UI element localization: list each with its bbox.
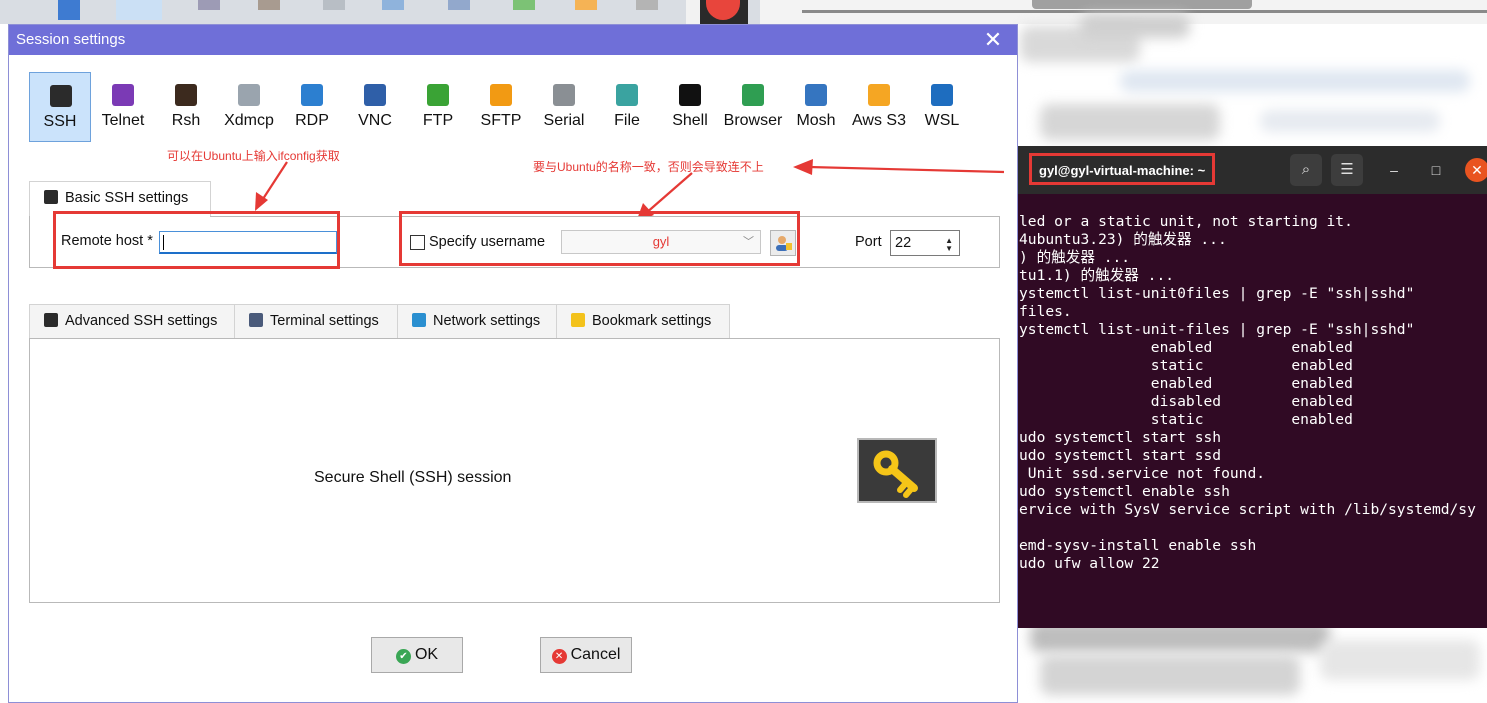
tab-advanced-ssh-settings[interactable]: Advanced SSH settings [29, 304, 235, 338]
blurred-content [1040, 104, 1220, 140]
tab-label: Terminal settings [270, 313, 379, 329]
toolbar-icon [382, 0, 404, 10]
terminal-line: static enabled [1019, 357, 1353, 374]
terminal-icon [249, 313, 263, 327]
terminal-line: enabled enabled [1019, 339, 1353, 356]
terminal-line: files. [1019, 303, 1072, 320]
terminal-line: emd-sysv-install enable ssh [1019, 537, 1257, 554]
toolbar-icon [448, 0, 470, 10]
minimize-icon[interactable]: – [1382, 158, 1406, 182]
terminal-line: udo systemctl start ssd [1019, 447, 1222, 464]
toolbar-icon [513, 0, 535, 10]
screen: gyl@gyl-virtual-machine: ~ ⌕ ☰ – □ ✕ led… [0, 0, 1487, 703]
tab-terminal-settings[interactable]: Terminal settings [234, 304, 398, 338]
terminal-header: gyl@gyl-virtual-machine: ~ ⌕ ☰ – □ ✕ [1017, 146, 1487, 194]
network-icon [412, 313, 426, 327]
terminal-line: ystemctl list-unit0files | grep -E "ssh|… [1019, 285, 1415, 302]
stepper-down-icon[interactable]: ▼ [945, 245, 953, 253]
toolbar-icon [636, 0, 658, 10]
toolbar-icon [116, 0, 162, 20]
terminal-output[interactable]: led or a static unit, not starting it. 4u… [1019, 213, 1487, 623]
session-description-panel [29, 338, 1000, 603]
session-description: Secure Shell (SSH) session [314, 469, 512, 486]
terminal-line: udo ufw allow 22 [1019, 555, 1160, 572]
tab-label: Network settings [433, 313, 541, 329]
port-value: 22 [895, 235, 912, 251]
terminal-line: ) 的触发器 ... [1019, 249, 1131, 266]
close-icon[interactable]: ✕ [1465, 158, 1487, 182]
terminal-line: ystemctl list-unit-files | grep -E "ssh|… [1019, 321, 1415, 338]
toolbar-icon [198, 0, 220, 10]
terminal-line: tu1.1) 的触发器 ... [1019, 267, 1175, 284]
tab-bookmark-settings[interactable]: Bookmark settings [556, 304, 730, 338]
highlight-username [399, 211, 800, 266]
ssh-key-image [857, 438, 937, 503]
cancel-button[interactable]: ✕ Cancel [540, 637, 632, 673]
ok-button[interactable]: ✔ OK [371, 637, 463, 673]
blurred-content [1260, 110, 1440, 132]
terminal-line: led or a static unit, not starting it. [1019, 213, 1353, 230]
blurred-content [1040, 655, 1300, 695]
terminal-line: udo systemctl enable ssh [1019, 483, 1230, 500]
annotation-arrows [255, 159, 1005, 222]
ssh-key-icon [44, 313, 58, 327]
tab-label: Advanced SSH settings [65, 313, 218, 329]
terminal-line: disabled enabled [1019, 393, 1353, 410]
session-settings-dialog: Session settings ✕ SSH Telnet Rsh Xdmcp RDP V… [8, 24, 1018, 703]
blurred-content [1080, 14, 1190, 38]
blurred-content [1320, 640, 1480, 680]
highlight-remote-host [53, 211, 340, 269]
terminal-line: static enabled [1019, 411, 1353, 428]
toolbar-icon [575, 0, 597, 10]
star-icon [571, 313, 585, 327]
key-icon [873, 450, 918, 498]
maximize-icon[interactable]: □ [1424, 158, 1448, 182]
port-label: Port [855, 234, 882, 250]
terminal-line: 4ubuntu3.23) 的触发器 ... [1019, 231, 1227, 248]
tab-label: Basic SSH settings [65, 190, 189, 206]
terminal-line: enabled enabled [1019, 375, 1353, 392]
search-icon[interactable]: ⌕ [1290, 154, 1322, 186]
terminal-line: ervice with SysV service script with /li… [1019, 501, 1476, 518]
cancel-icon: ✕ [551, 649, 567, 664]
terminal-line: Unit ssd.service not found. [1019, 465, 1266, 482]
menu-icon[interactable]: ☰ [1331, 154, 1363, 186]
toolbar-separator [686, 0, 700, 24]
check-icon: ✔ [395, 649, 411, 664]
tab-network-settings[interactable]: Network settings [397, 304, 557, 338]
port-stepper[interactable]: 22 ▲ ▼ [890, 230, 960, 256]
blurred-content [1120, 70, 1470, 92]
toolbar-icon [258, 0, 280, 10]
terminal-window: gyl@gyl-virtual-machine: ~ ⌕ ☰ – □ ✕ led… [1017, 146, 1487, 628]
terminal-title: gyl@gyl-virtual-machine: ~ [1029, 153, 1216, 185]
app-icon [58, 0, 80, 20]
tab-label: Bookmark settings [592, 313, 712, 329]
terminal-line: udo systemctl start ssh [1019, 429, 1222, 446]
toolbar-icon [323, 0, 345, 10]
ssh-key-icon [44, 190, 58, 204]
